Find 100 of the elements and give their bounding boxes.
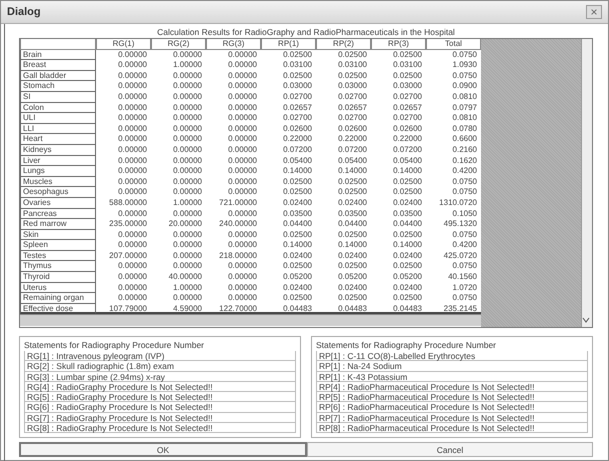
table-cell-text: 0.00000 (227, 144, 258, 156)
row-header: Stomach (20, 81, 96, 92)
table-cell-text: 0.00000 (227, 282, 258, 294)
table-cell-text: 0.00000 (117, 230, 148, 240)
table-cell-text: 0.00000 (117, 92, 148, 103)
panel-title: Statements for Radiography Procedure Number (316, 339, 498, 351)
column-header: RG(1) (96, 39, 151, 50)
window-title: Dialog (7, 6, 41, 18)
table-cell-text: 0.00000 (117, 282, 148, 294)
table-cell-text: 0.05400 (337, 156, 368, 166)
table-cell-text: 0.00000 (172, 208, 203, 220)
close-button[interactable]: × (586, 5, 602, 19)
cancel-button[interactable]: Cancel (307, 442, 593, 458)
statement-line: RP[5] : RadioPharmaceutical Procedure Is Not Selected!! (316, 392, 588, 402)
table-cell-text: 0.00000 (227, 187, 258, 198)
horizontal-scrollbar[interactable] (20, 314, 481, 326)
table-cell-text: 0.02500 (392, 187, 423, 198)
table-cell-text: 0.02500 (337, 230, 368, 240)
table-cell-text: 40.00000 (168, 272, 203, 283)
table-cell-text: 0.02400 (282, 250, 313, 262)
table-cell-text: 0.00000 (117, 134, 148, 145)
table-cell-text: 0.07200 (282, 144, 313, 156)
table-cell-text: 20.00000 (168, 219, 203, 230)
table-cell-text: 0.03000 (282, 81, 313, 92)
table-cell-text: 0.00000 (117, 113, 148, 124)
table-cell-text: 0.02400 (337, 282, 368, 294)
table-cell-text: 0.14000 (282, 166, 313, 177)
table-cell-text: 0.00000 (172, 92, 203, 103)
table-cell-text: 0.00000 (227, 134, 258, 145)
row-header: Spleen (20, 240, 96, 251)
table-cell-text: 0.02500 (392, 293, 423, 304)
table-cell-text: 0.00000 (172, 113, 203, 124)
row-header: Remaining organ (20, 293, 96, 304)
table-cell-text: 0.02400 (392, 250, 423, 262)
table-cell-text: 0.02500 (282, 187, 313, 198)
column-header: Total (426, 39, 481, 50)
ok-button[interactable]: OK (19, 442, 307, 458)
column-header: RG(3) (206, 39, 261, 50)
table-cell-text: 0.02500 (392, 176, 423, 188)
table-cell-text: 0.02500 (337, 70, 368, 82)
row-header: Lungs (20, 166, 96, 177)
table-cell-text: 0.00000 (117, 70, 148, 82)
table-cell-text: 0.03100 (337, 60, 368, 71)
table-cell-text: 0.00000 (172, 156, 203, 166)
table-cell-text: 0.00000 (172, 124, 203, 134)
table-cell-text: 0.05400 (392, 156, 423, 166)
table-cell-text: 0.00000 (227, 230, 258, 240)
table-cell-text: 0.00000 (172, 176, 203, 188)
table-cell-text: 0.04400 (337, 219, 368, 230)
table-cell-text: 0.02500 (282, 176, 313, 188)
table-cell-text: 0.03100 (392, 60, 423, 71)
table-cell-text: 0.00000 (117, 124, 148, 134)
table-cell-text: 0.0810 (452, 92, 478, 103)
table-caption: Calculation Results for RadioGraphy and RadioPharmaceuticals in the Hospital (156, 27, 456, 38)
column-header: RP(3) (371, 39, 426, 50)
table-cell-text: 0.02657 (337, 102, 368, 114)
table-cell-text: 0.4200 (452, 240, 478, 251)
table-cell-text: 0.2160 (452, 144, 478, 156)
table-cell-text: 0.05400 (282, 156, 313, 166)
table-cell-text: 0.00000 (172, 102, 203, 114)
row-header: Red marrow (20, 219, 96, 230)
table-cell-text: 0.0780 (452, 124, 478, 134)
table-cell-text: 0.05200 (282, 272, 313, 283)
table-cell-text: 0.02500 (337, 187, 368, 198)
table-cell-text: 0.0900 (452, 81, 478, 92)
table-cell-text: 0.00000 (172, 230, 203, 240)
vertical-scrollbar[interactable] (581, 39, 592, 327)
table-cell-text: 0.04400 (392, 219, 423, 230)
column-header: RP(2) (316, 39, 371, 50)
table-cell-text: 0.00000 (117, 293, 148, 304)
table-cell-text: 40.1560 (447, 272, 478, 283)
table-cell-text: 0.02400 (282, 198, 313, 208)
table-cell-text: 0.00000 (227, 166, 258, 177)
row-header: Testes (20, 250, 96, 262)
table-cell-text: 0.00000 (227, 113, 258, 124)
row-header: ULI (20, 113, 96, 124)
table-cell-text: 0.05200 (392, 272, 423, 283)
table-cell-text: 0.00000 (172, 250, 203, 262)
row-header: SI (20, 92, 96, 103)
row-header: Pancreas (20, 208, 96, 220)
table-cell-text: 1.00000 (172, 198, 203, 208)
table-cell-text: 0.00000 (227, 92, 258, 103)
column-header: RG(2) (151, 39, 206, 50)
table-cell-text: 0.02500 (392, 50, 423, 60)
table-cell-text: 0.0750 (452, 176, 478, 188)
table-cell-text: 0.02500 (282, 293, 313, 304)
panel-title: Statements for Radiography Procedure Number (24, 339, 206, 351)
table-cell-text: 0.00000 (172, 70, 203, 82)
table-cell-text: 0.0750 (452, 50, 478, 60)
table-cell-text: 0.02700 (337, 92, 368, 103)
table-cell-text: 0.00000 (117, 187, 148, 198)
statement-line: RG[6] : RadioGraphy Procedure Is Not Selected!! (24, 402, 296, 413)
statement-line: RG[7] : RadioGraphy Procedure Is Not Selected!! (24, 412, 296, 424)
row-header: Colon (20, 102, 96, 114)
table-cell-text: 0.02500 (282, 230, 313, 240)
table-cell-text: 0.00000 (172, 81, 203, 92)
row-header: Breast (20, 60, 96, 71)
row-header: Muscles (20, 176, 96, 188)
table-cell-text: 0.02500 (392, 70, 423, 82)
row-header: Uterus (20, 282, 96, 294)
